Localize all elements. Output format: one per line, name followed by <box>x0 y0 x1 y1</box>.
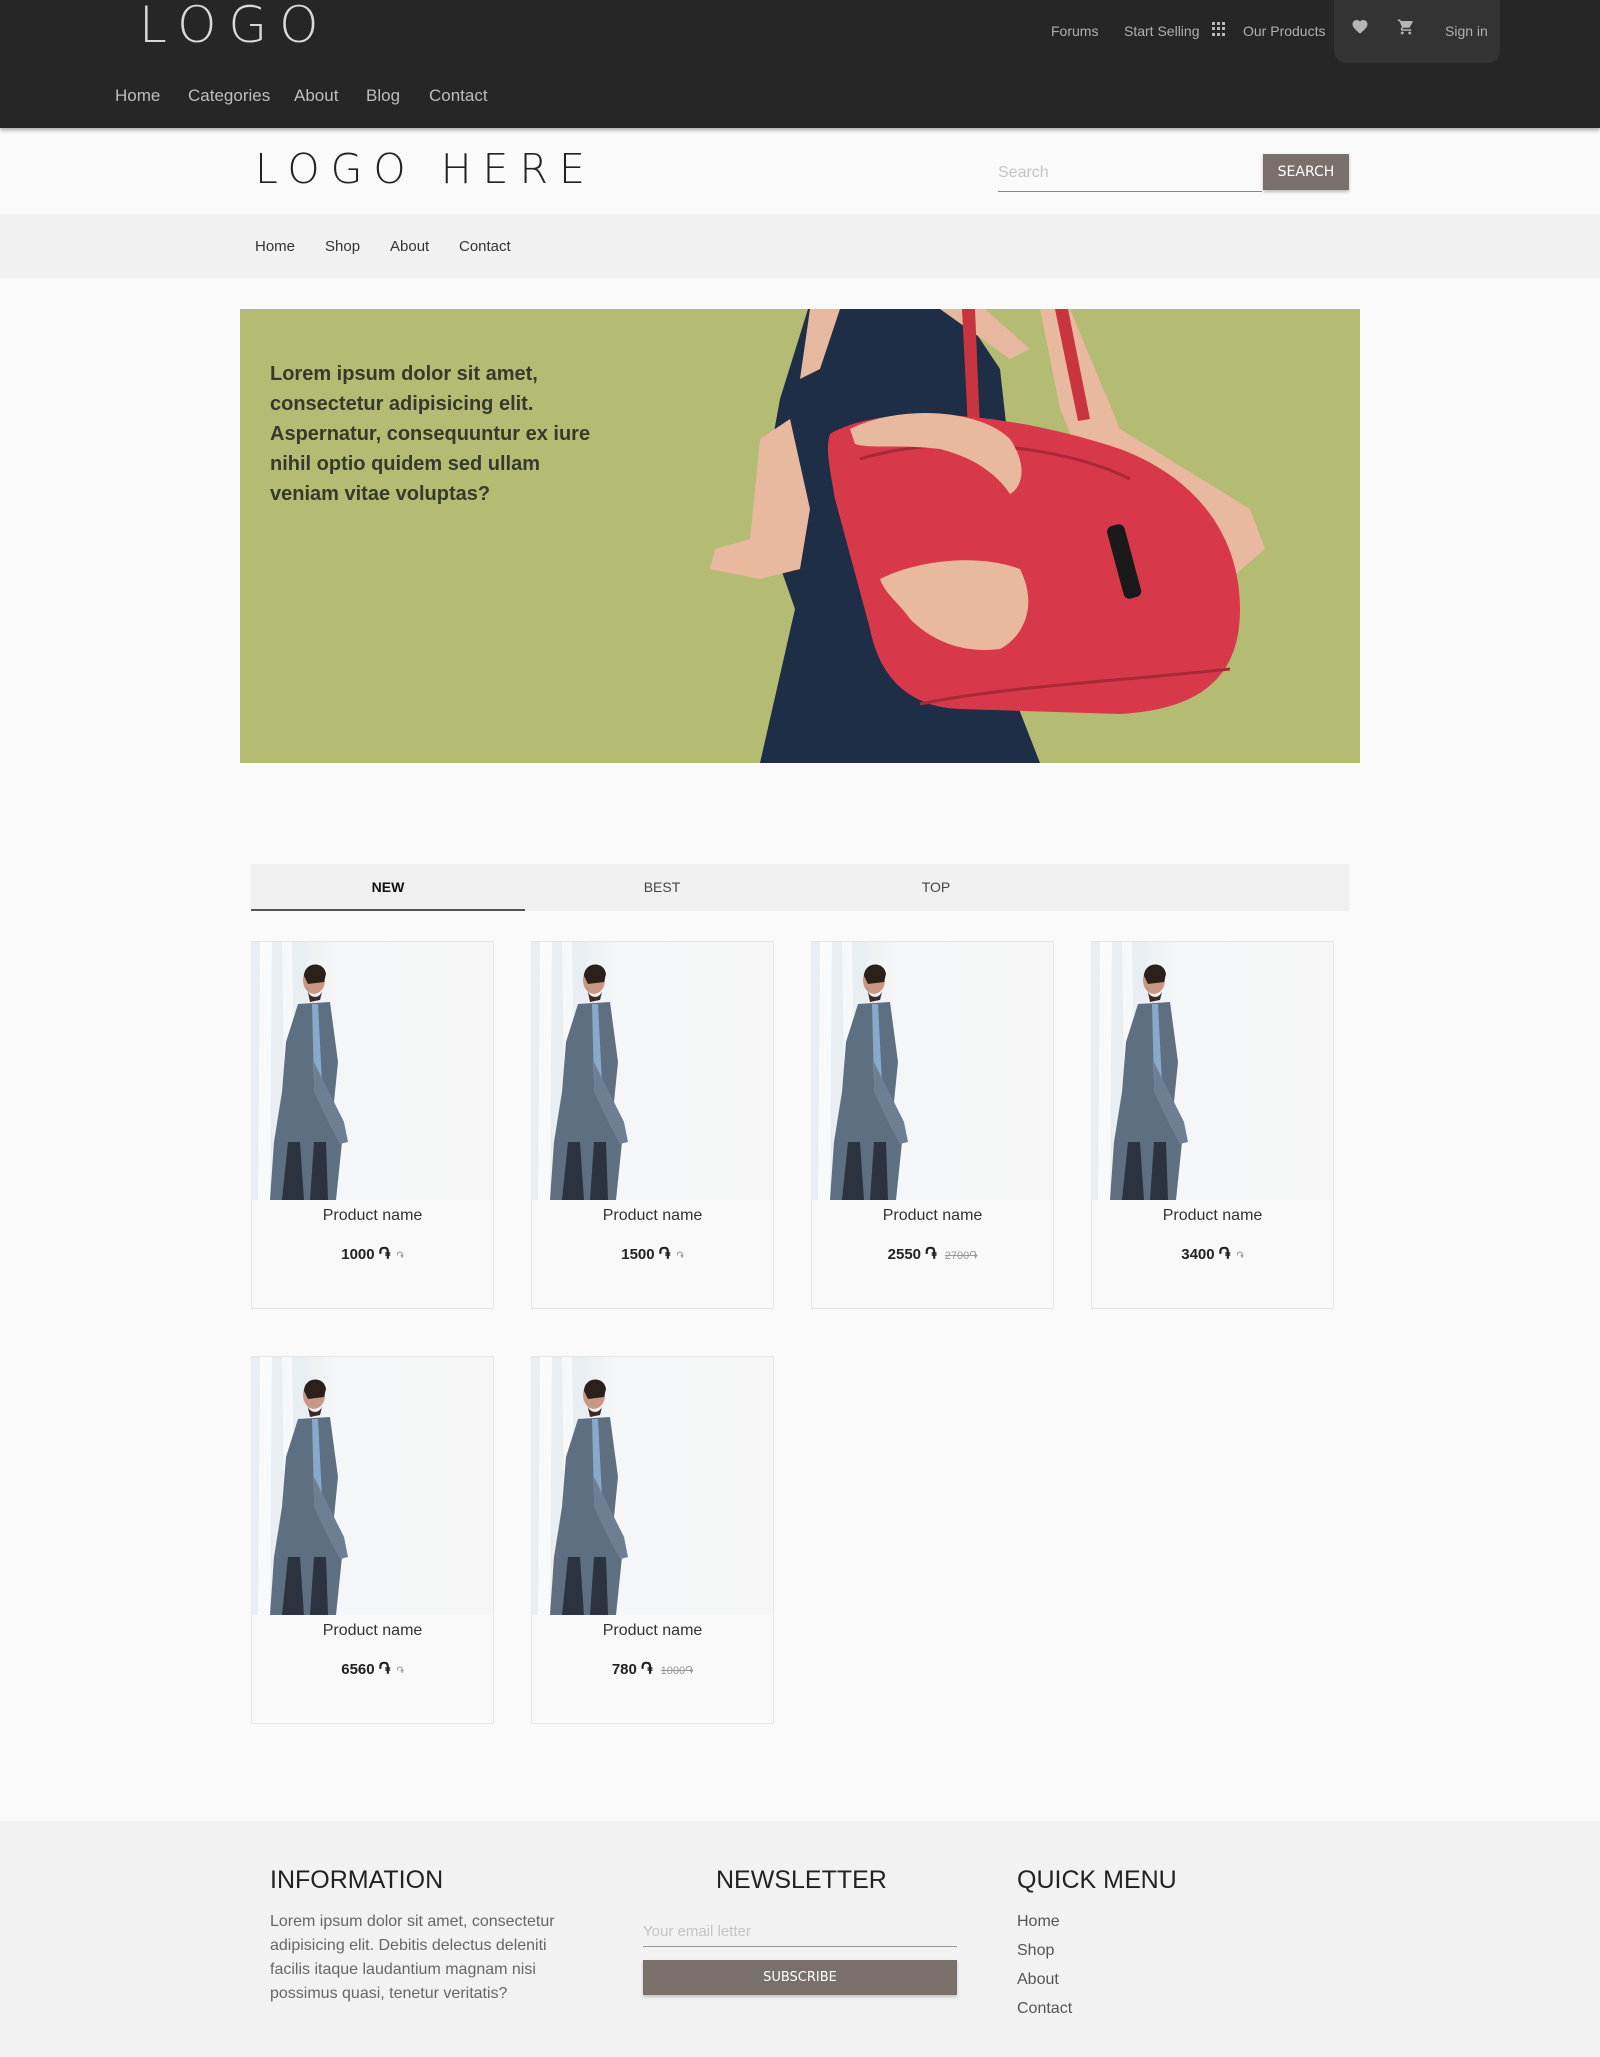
product-old-price: 2700֏ <box>945 1250 978 1262</box>
currency-symbol: ֏ <box>640 1661 653 1678</box>
top-nav-categories[interactable]: Categories <box>188 86 270 106</box>
subscribe-button[interactable]: SUBSCRIBE <box>643 1960 957 1995</box>
top-bar: LOGO Forums Start Selling Our Products S… <box>0 0 1600 128</box>
hero-banner[interactable]: Lorem ipsum dolor sit amet, consectetur … <box>240 309 1360 763</box>
top-nav-home[interactable]: Home <box>115 86 160 106</box>
currency-symbol: ֏ <box>969 1250 978 1262</box>
product-tabs: NEW BEST TOP <box>251 864 1349 911</box>
footer-newsletter-title: NEWSLETTER <box>716 1866 887 1894</box>
currency-symbol: ֏ <box>396 1251 404 1262</box>
product-price: 1500 <box>621 1246 655 1263</box>
product-name: Product name <box>602 1622 703 1639</box>
tab-best[interactable]: BEST <box>525 864 799 911</box>
product-image <box>1092 942 1333 1200</box>
currency-symbol: ֏ <box>1218 1246 1231 1263</box>
product-price-row: 780 ֏ 1000֏ <box>532 1661 773 1679</box>
product-price: 1000 <box>341 1246 375 1263</box>
footer: INFORMATION Lorem ipsum dolor sit amet, … <box>0 1821 1600 2057</box>
quick-menu-shop[interactable]: Shop <box>1017 1936 1072 1965</box>
our-products-link[interactable]: Our Products <box>1243 23 1325 39</box>
top-logo[interactable]: LOGO <box>139 0 331 54</box>
product-name: Product name <box>602 1207 703 1224</box>
top-nav-blog[interactable]: Blog <box>366 86 400 106</box>
currency-symbol: ֏ <box>1236 1251 1244 1262</box>
currency-symbol: ֏ <box>378 1246 391 1263</box>
product-price: 3400 <box>1181 1246 1215 1263</box>
product-name: Product name <box>1162 1207 1263 1224</box>
product-old-price-value: 1000 <box>660 1665 686 1677</box>
currency-symbol: ֏ <box>378 1661 391 1678</box>
product-price: 2550 <box>887 1246 922 1263</box>
currency-symbol: ֏ <box>658 1246 671 1263</box>
currency-symbol: ֏ <box>925 1246 937 1263</box>
product-card[interactable]: Product name 1500 ֏ ֏ <box>531 941 774 1309</box>
search-input[interactable] <box>998 154 1262 192</box>
product-price-row: 3400 ֏ ֏ <box>1092 1246 1333 1264</box>
product-card[interactable]: Product name 780 ֏ 1000֏ <box>531 1356 774 1724</box>
product-price-row: 6560 ֏ ֏ <box>252 1661 493 1679</box>
newsletter-email-input[interactable] <box>643 1917 957 1947</box>
tab-new[interactable]: NEW <box>251 864 525 911</box>
currency-symbol: ֏ <box>676 1251 684 1262</box>
product-price-row: 1500 ֏ ֏ <box>532 1246 773 1264</box>
product-name: Product name <box>882 1207 983 1224</box>
cart-icon[interactable] <box>1397 18 1415 36</box>
tab-top[interactable]: TOP <box>799 864 1073 911</box>
quick-menu: Home Shop About Contact <box>1017 1907 1072 2023</box>
sign-in-link[interactable]: Sign in <box>1445 23 1488 39</box>
nav-about[interactable]: About <box>390 238 429 255</box>
product-old-price-value: 2700 <box>944 1250 970 1262</box>
quick-menu-about[interactable]: About <box>1017 1965 1072 1994</box>
top-nav-contact[interactable]: Contact <box>429 86 488 106</box>
site-logo[interactable]: LOGO HERE <box>255 145 596 193</box>
quick-menu-home[interactable]: Home <box>1017 1907 1072 1936</box>
product-card[interactable]: Product name 3400 ֏ ֏ <box>1091 941 1334 1309</box>
product-image <box>532 1357 773 1615</box>
product-card[interactable]: Product name 2550 ֏ 2700֏ <box>811 941 1054 1309</box>
product-image <box>532 942 773 1200</box>
nav-home[interactable]: Home <box>255 238 295 255</box>
product-name: Product name <box>322 1622 423 1639</box>
apps-grid-icon[interactable] <box>1212 22 1226 36</box>
nav-shop[interactable]: Shop <box>325 238 360 255</box>
heart-icon[interactable] <box>1351 18 1369 36</box>
product-card[interactable]: Product name 1000 ֏ ֏ <box>251 941 494 1309</box>
quick-menu-contact[interactable]: Contact <box>1017 1994 1072 2023</box>
top-nav-about[interactable]: About <box>294 86 338 106</box>
hero-image <box>710 309 1265 763</box>
product-old-price: 1000֏ <box>661 1665 694 1677</box>
product-price-row: 1000 ֏ ֏ <box>252 1246 493 1264</box>
nav-contact[interactable]: Contact <box>459 238 511 255</box>
forums-link[interactable]: Forums <box>1051 23 1098 39</box>
product-name: Product name <box>322 1207 423 1224</box>
product-price-row: 2550 ֏ 2700֏ <box>812 1246 1053 1264</box>
currency-symbol: ֏ <box>396 1666 404 1677</box>
product-image <box>252 942 493 1200</box>
product-card[interactable]: Product name 6560 ֏ ֏ <box>251 1356 494 1724</box>
footer-information-text: Lorem ipsum dolor sit amet, consectetur … <box>270 1913 555 2002</box>
footer-information-title: INFORMATION <box>270 1866 444 1894</box>
product-image <box>812 942 1053 1200</box>
main-nav: Home Shop About Contact <box>0 214 1600 278</box>
product-price: 780 <box>611 1661 637 1678</box>
product-image <box>252 1357 493 1615</box>
currency-symbol: ֏ <box>685 1665 694 1677</box>
product-price: 6560 <box>341 1661 375 1678</box>
search-button[interactable]: SEARCH <box>1263 154 1349 190</box>
footer-quick-menu-title: QUICK MENU <box>1017 1866 1177 1894</box>
start-selling-link[interactable]: Start Selling <box>1124 23 1199 39</box>
